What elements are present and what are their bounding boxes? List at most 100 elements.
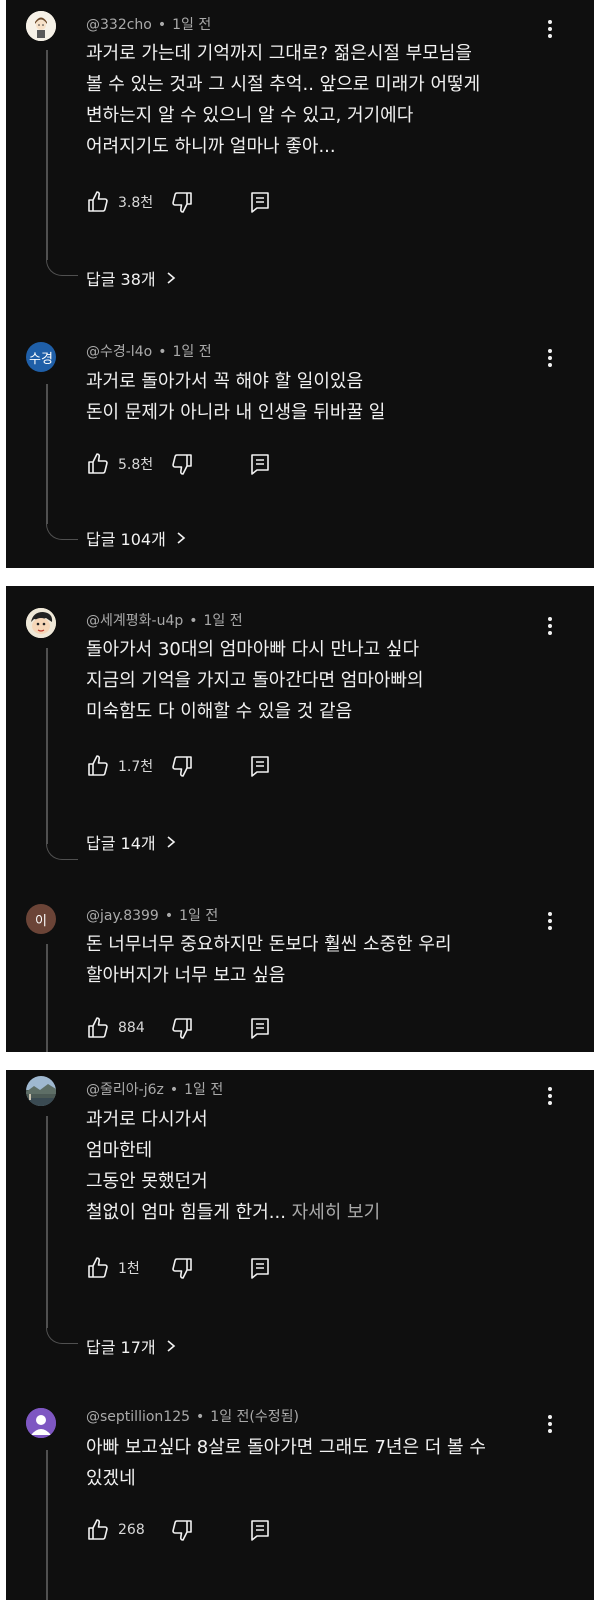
comment-line-text: 철없이 엄마 힘들게 한거... [86,1202,286,1223]
reply-comment-icon[interactable] [248,452,272,476]
thread-line [46,944,48,1052]
like-count: 268 [118,1522,145,1538]
replies-label: 답글 104개 [86,530,166,549]
comment-actions: 5.8천 [86,450,272,478]
comments-panel-1: @332cho • 1일 전 과거로 가는데 기억까지 그대로? 젊은시절 부모님을… [6,0,594,568]
thread-line [46,648,48,844]
avatar-image-icon [26,1076,56,1106]
thumb-down-icon[interactable] [170,754,194,778]
view-replies-button[interactable]: 답글 14개 [86,830,176,854]
chevron-right-icon [167,836,175,848]
avatar[interactable]: 수경 [26,342,56,372]
comment-text: 과거로 돌아가서 꼭 해야 할 일이있음 돈이 문제가 아니라 내 인생을 뒤바… [86,366,546,428]
author-name[interactable]: @줄리아-j6z [86,1082,164,1098]
read-more-link[interactable]: 자세히 보기 [286,1202,381,1223]
comments-panel-3: @줄리아-j6z • 1일 전 과거로 다시가서 엄마한테 그동안 못했던거 철없이… [6,1070,594,1600]
view-replies-button[interactable]: 답글 38개 [86,266,176,290]
chevron-right-icon [167,1340,175,1352]
comment-line: 아빠 보고싶다 8살로 돌아가면 그래도 7년은 더 볼 수 [86,1437,486,1458]
avatar-initials: 이 [35,913,47,929]
comment-text: 아빠 보고싶다 8살로 돌아가면 그래도 7년은 더 볼 수 있겠네 [86,1432,546,1494]
comment-line: 과거로 돌아가서 꼭 해야 할 일이있음 [86,371,364,392]
thread-connector [46,842,78,860]
avatar[interactable] [26,11,56,41]
comment-meta: @septillion125 • 1일 전(수정됨) [86,1409,299,1425]
reply-comment-icon[interactable] [248,1256,272,1280]
comment-line: 있겠네 [86,1468,136,1489]
avatar[interactable] [26,608,56,638]
comment-line: 돌아가서 30대의 엄마아빠 다시 만나고 싶다 [86,639,420,660]
thread-connector [46,258,78,276]
comment-text: 돌아가서 30대의 엄마아빠 다시 만나고 싶다 지금의 기억을 가지고 돌아간… [86,634,546,727]
view-replies-button[interactable]: 답글 17개 [86,1334,176,1358]
comment-line: 변하는지 알 수 있으니 알 수 있고, 거기에다 [86,105,414,126]
replies-label: 답글 17개 [86,1338,156,1357]
author-name[interactable]: @332cho [86,17,152,33]
timestamp[interactable]: 1일 전 [184,1082,223,1098]
thumb-down-icon[interactable] [170,452,194,476]
timestamp[interactable]: 1일 전 [172,344,211,360]
chevron-right-icon [177,532,186,544]
avatar[interactable] [26,1076,56,1106]
replies-label: 답글 38개 [86,270,156,289]
thumb-down-icon[interactable] [170,1016,194,1040]
comment-line: 할아버지가 너무 보고 싶음 [86,965,286,986]
timestamp[interactable]: 1일 전 [179,908,218,924]
comment-line: 지금의 기억을 가지고 돌아간다면 엄마아빠의 [86,670,424,691]
thread-line [46,384,48,524]
comment-text: 과거로 가는데 기억까지 그대로? 젊은시절 부모님을 볼 수 있는 것과 그 … [86,38,546,162]
comment-line: 엄마한테 [86,1140,153,1161]
comment-line: 미숙함도 다 이해할 수 있을 것 같음 [86,701,353,722]
author-name[interactable]: @septillion125 [86,1409,190,1425]
avatar-initials: 수경 [29,351,53,367]
reply-comment-icon[interactable] [248,1016,272,1040]
timestamp[interactable]: 1일 전(수정됨) [210,1409,299,1425]
default-user-avatar-icon [26,1408,56,1438]
comment-actions: 1천 [86,1254,272,1282]
avatar-image-icon [26,11,56,41]
like-count: 1.7천 [118,759,154,775]
comment-meta: @332cho • 1일 전 [86,17,212,33]
comment-line: 어려지기도 하니까 얼마나 좋아... [86,136,336,157]
thumb-up-icon[interactable] [86,1016,110,1040]
author-name[interactable]: @jay.8399 [86,908,159,924]
comment-text: 돈 너무너무 중요하지만 돈보다 훨씬 소중한 우리 할아버지가 너무 보고 싶… [86,929,546,991]
like-count: 3.8천 [118,195,154,211]
author-name[interactable]: @수경-l4o [86,344,152,360]
timestamp[interactable]: 1일 전 [204,613,243,629]
avatar[interactable]: 이 [26,904,56,934]
timestamp[interactable]: 1일 전 [172,17,211,33]
thumb-up-icon[interactable] [86,190,110,214]
like-count: 5.8천 [118,457,154,473]
comment-line: 과거로 가는데 기억까지 그대로? 젊은시절 부모님을 [86,43,472,64]
comment-meta: @세계평화-u4p • 1일 전 [86,613,243,629]
reply-comment-icon[interactable] [248,754,272,778]
thumb-up-icon[interactable] [86,1518,110,1542]
comment-meta: @수경-l4o • 1일 전 [86,344,212,360]
comment-actions: 884 [86,1014,272,1042]
thumb-up-icon[interactable] [86,1256,110,1280]
comments-panel-2: @세계평화-u4p • 1일 전 돌아가서 30대의 엄마아빠 다시 만나고 싶다 … [6,586,594,1052]
avatar-image-icon [26,608,56,638]
thread-line [46,50,48,260]
thumb-down-icon[interactable] [170,1518,194,1542]
comment-line: 볼 수 있는 것과 그 시절 추억.. 앞으로 미래가 어떻게 [86,74,481,95]
thumb-down-icon[interactable] [170,190,194,214]
avatar[interactable] [26,1408,56,1438]
comment-line-last: 철없이 엄마 힘들게 한거... 자세히 보기 [86,1197,546,1228]
like-count: 1천 [118,1261,140,1277]
thumb-up-icon[interactable] [86,452,110,476]
thumb-down-icon[interactable] [170,1256,194,1280]
view-replies-button[interactable]: 답글 104개 [86,526,186,550]
comment-meta: @jay.8399 • 1일 전 [86,908,219,924]
author-name[interactable]: @세계평화-u4p [86,613,183,629]
thread-connector [46,1326,78,1344]
reply-comment-icon[interactable] [248,1518,272,1542]
thumb-up-icon[interactable] [86,754,110,778]
replies-label: 답글 14개 [86,834,156,853]
thread-connector [46,522,78,540]
reply-comment-icon[interactable] [248,190,272,214]
comment-line: 돈 너무너무 중요하지만 돈보다 훨씬 소중한 우리 [86,934,452,955]
thread-line [46,1450,48,1600]
comment-actions: 3.8천 [86,188,272,216]
